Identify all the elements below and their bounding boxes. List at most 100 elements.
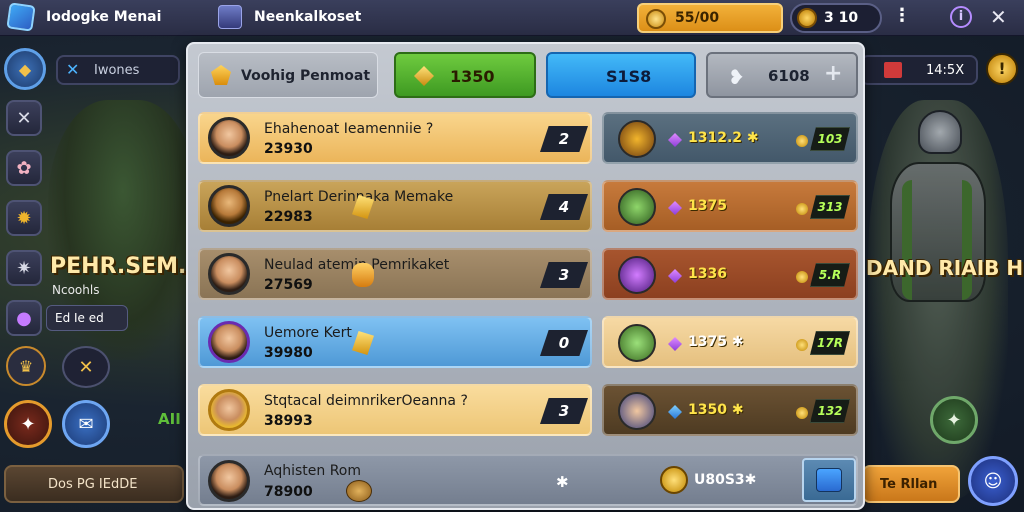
map-button[interactable]: ✷ bbox=[6, 250, 42, 286]
right-timer-pill[interactable]: 14:5X bbox=[860, 55, 978, 85]
gold-currency-pill[interactable]: 55/00 bbox=[637, 3, 783, 33]
reward-tag: 17R bbox=[810, 331, 850, 355]
chat-icon: ✉ bbox=[78, 413, 94, 435]
coin-currency-pill[interactable]: 3 10 bbox=[790, 3, 882, 33]
gray-currency-value: 6108 bbox=[768, 67, 810, 85]
tools-button[interactable]: ✕ bbox=[62, 346, 110, 388]
player-avatar bbox=[208, 185, 250, 227]
mask-icon: ◆ bbox=[18, 59, 32, 79]
knight-sash-art bbox=[902, 180, 972, 300]
panel-title-tab[interactable]: Voohig Penmoat bbox=[198, 52, 378, 98]
chat-button[interactable]: ✉ bbox=[62, 400, 110, 448]
reward-row[interactable]: 1375 ✱ 17R bbox=[602, 316, 858, 368]
star-icon: ✱ bbox=[556, 473, 569, 491]
coin-icon bbox=[796, 135, 808, 147]
events-button[interactable]: ✦ bbox=[4, 400, 52, 448]
orb-icon bbox=[618, 256, 656, 294]
profile-icon: ☺ bbox=[983, 470, 1003, 492]
info-button[interactable]: i bbox=[950, 6, 972, 28]
right-action-button[interactable]: ✦ bbox=[930, 396, 978, 444]
leaderboard-row[interactable]: Uemore Kert 39980 0 bbox=[198, 316, 592, 368]
player-score: 38993 bbox=[264, 413, 313, 429]
left-hero-subtitle: Ncoohls bbox=[52, 283, 100, 297]
left-decoration-text: AII bbox=[158, 410, 181, 428]
medal-icon bbox=[346, 480, 372, 502]
reward-row[interactable]: 1312.2 ✱ 103 bbox=[602, 112, 858, 164]
leaderboard-row[interactable]: Pnelart Derinnaka Memake 22983 4 bbox=[198, 180, 592, 232]
player-score: 39980 bbox=[264, 345, 313, 361]
bottom-right-button[interactable]: Te Rllan bbox=[862, 465, 960, 503]
panel-title: Voohig Penmoat bbox=[241, 68, 371, 84]
coin-icon bbox=[796, 271, 808, 283]
add-icon[interactable]: + bbox=[824, 63, 848, 87]
reward-tag: 313 bbox=[810, 195, 850, 219]
player-rank-badge: 2 bbox=[540, 126, 588, 152]
blue-currency-button[interactable]: S1S8 bbox=[546, 52, 696, 98]
player-rank-badge: 0 bbox=[540, 330, 588, 356]
tab-title[interactable]: Neenkalkoset bbox=[254, 9, 361, 25]
bottom-left-button[interactable]: Dos PG IEdDE bbox=[4, 465, 184, 503]
profile-button[interactable]: ☺ bbox=[968, 456, 1018, 506]
leaderboard-row[interactable]: Neulad atemin Pemrikaket 27569 3 bbox=[198, 248, 592, 300]
gold-coin-icon bbox=[660, 466, 688, 494]
app-logo-icon bbox=[6, 2, 36, 32]
reward-value: 1312.2 ✱ bbox=[688, 130, 759, 146]
gold-gem-icon bbox=[414, 66, 434, 86]
chest-icon bbox=[816, 468, 842, 492]
left-search-pill[interactable]: ✕ Iwones bbox=[56, 55, 180, 85]
reward-value: 1375 ✱ bbox=[688, 334, 744, 350]
crossed-swords-icon: ✕ bbox=[16, 107, 32, 129]
gold-coin-icon bbox=[646, 9, 666, 29]
flag-icon bbox=[884, 62, 902, 78]
leaf-icon: ✦ bbox=[946, 409, 962, 431]
left-hero-chip[interactable]: Ed Ie ed bbox=[46, 305, 128, 331]
gold-reward-value: U80S3✱ bbox=[694, 472, 757, 488]
chest-button[interactable] bbox=[802, 458, 856, 502]
right-pill-label: 14:5X bbox=[926, 63, 965, 78]
leaderboard-panel: Voohig Penmoat 1350 S1S8 ❥ 6108 + Ehahen… bbox=[186, 42, 865, 510]
player-avatar bbox=[208, 389, 250, 431]
purple-gem-icon bbox=[668, 269, 682, 283]
guild-emblem-button[interactable]: ◆ bbox=[4, 48, 46, 90]
settings-button[interactable]: ✹ bbox=[6, 200, 42, 236]
coin-currency-value: 3 10 bbox=[824, 10, 859, 26]
top-bar: Iodogke Menai Neenkalkoset 55/00 3 10 ⋮ … bbox=[0, 0, 1024, 36]
tab-hero-icon[interactable] bbox=[218, 5, 242, 29]
right-hero-art bbox=[868, 100, 1008, 500]
player-rank-badge: 4 bbox=[540, 194, 588, 220]
reward-tag: 103 bbox=[810, 127, 850, 151]
alert-coin-button[interactable]: ! bbox=[986, 53, 1018, 85]
reward-row[interactable]: 1375 313 bbox=[602, 180, 858, 232]
sword-icon bbox=[618, 188, 656, 226]
bottom-right-label: Te Rllan bbox=[880, 477, 938, 492]
achievements-button[interactable]: ♛ bbox=[6, 346, 46, 386]
shop-button[interactable]: ✿ bbox=[6, 150, 42, 186]
player-avatar bbox=[208, 321, 250, 363]
left-pill-label: Iwones bbox=[94, 63, 140, 78]
reward-value: 1350 ✱ bbox=[688, 402, 744, 418]
purple-gem-icon bbox=[668, 337, 682, 351]
title-gem-icon bbox=[211, 65, 231, 85]
player-score: 23930 bbox=[264, 141, 313, 157]
player-avatar bbox=[208, 117, 250, 159]
battle-button[interactable]: ✕ bbox=[6, 100, 42, 136]
coin-icon bbox=[796, 407, 808, 419]
leaderboard-row[interactable]: Stqtacal deimnrikerOeanna ? 38993 3 bbox=[198, 384, 592, 436]
my-player-row[interactable]: Aqhisten Rom 78900 ✱ U80S3✱ bbox=[198, 454, 858, 506]
bag-icon: ✿ bbox=[16, 157, 32, 179]
reward-tag: 5.R bbox=[810, 263, 850, 287]
inventory-button[interactable]: ● bbox=[6, 300, 42, 336]
player-name: Stqtacal deimnrikerOeanna ? bbox=[264, 393, 468, 409]
reward-row[interactable]: 1336 5.R bbox=[602, 248, 858, 300]
hero-portrait-icon bbox=[618, 392, 656, 430]
close-button[interactable]: ✕ bbox=[990, 5, 1007, 29]
staff-icon bbox=[618, 120, 656, 158]
reward-value: 1375 bbox=[688, 198, 727, 214]
sparkle-icon: ✷ bbox=[16, 257, 32, 279]
reward-row[interactable]: 1350 ✱ 132 bbox=[602, 384, 858, 436]
green-currency-button[interactable]: 1350 bbox=[394, 52, 536, 98]
player-score: 22983 bbox=[264, 209, 313, 225]
leaderboard-row[interactable]: Ehahenoat Ieamenniie ? 23930 2 bbox=[198, 112, 592, 164]
gray-currency-button[interactable]: ❥ 6108 + bbox=[706, 52, 858, 98]
more-menu-icon[interactable]: ⋮ bbox=[893, 7, 911, 25]
